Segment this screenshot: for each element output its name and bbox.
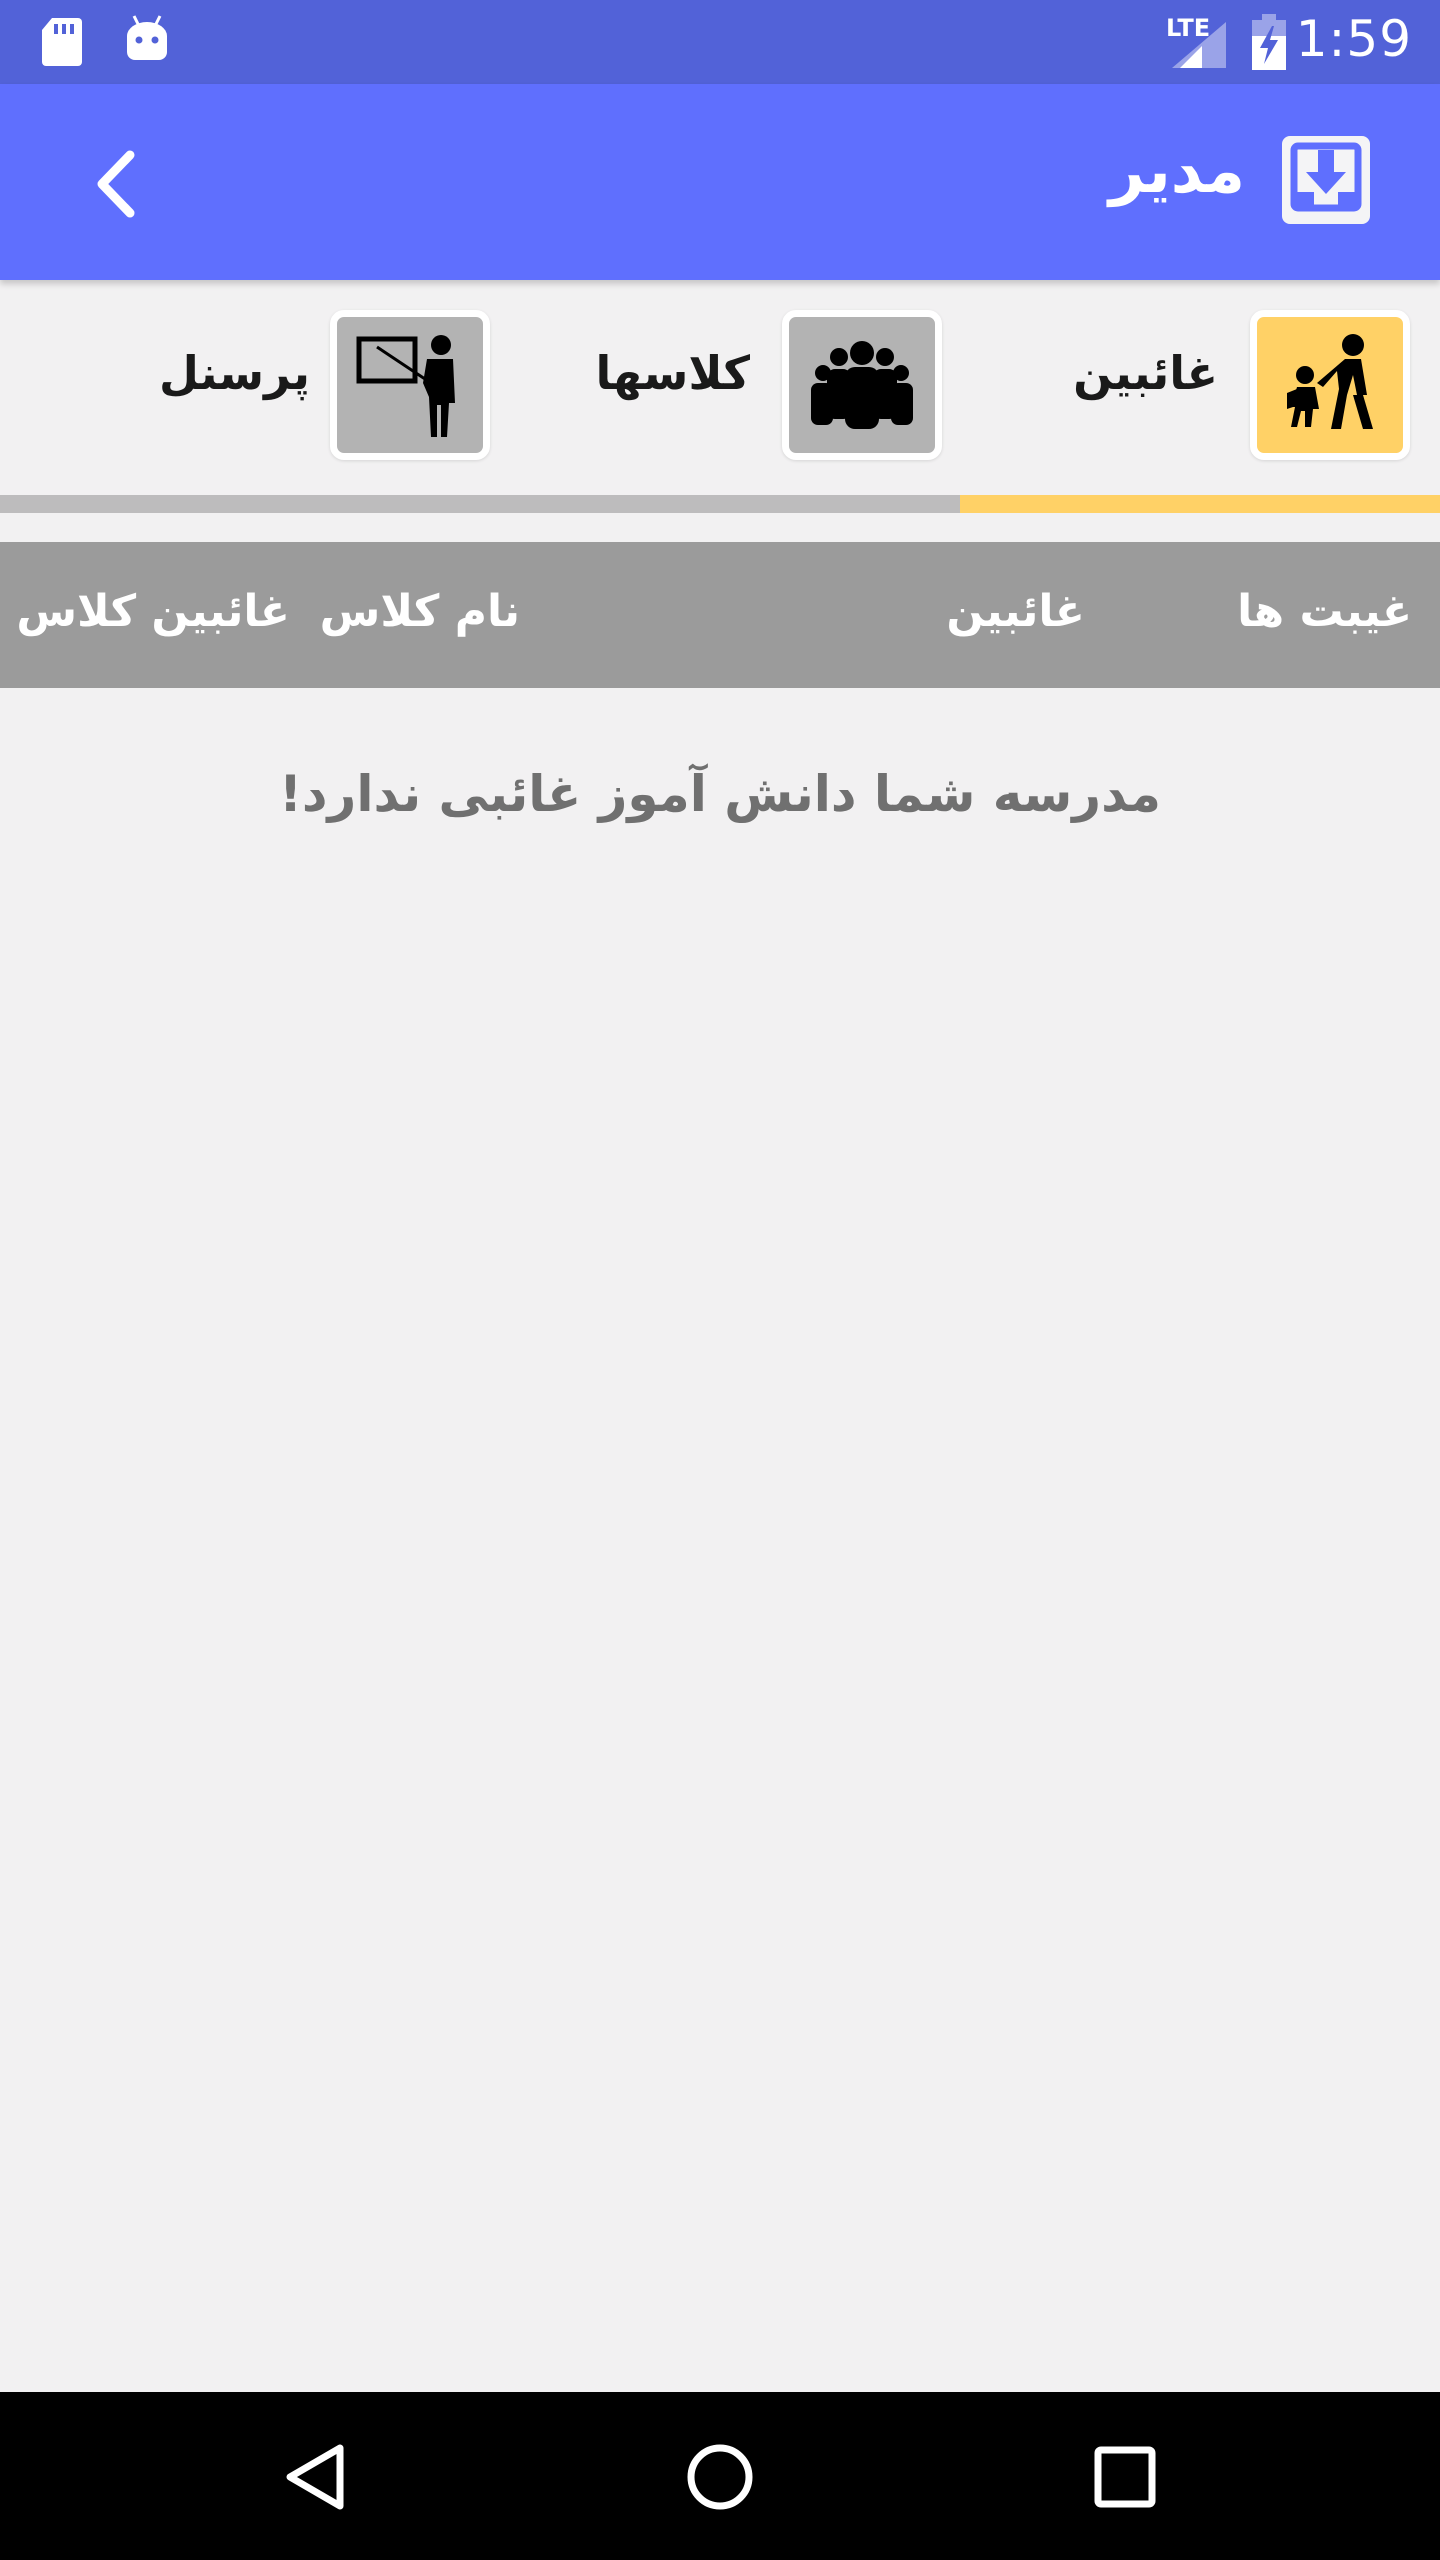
tab-classes[interactable]: کلاسها [595, 310, 950, 470]
column-header-class-absentees: غائبین کلاس [16, 586, 290, 637]
tab-absentees-label: غائبین [1073, 346, 1218, 400]
tab-indicator-active [960, 495, 1440, 513]
battery-charging-icon [1252, 14, 1286, 70]
sd-card-icon [42, 18, 82, 66]
nav-back-icon[interactable] [270, 2432, 360, 2522]
column-header-absences: غیبت ها [1237, 586, 1412, 637]
empty-state-message: مدرسه شما دانش آموز غائبی ندارد! [279, 765, 1161, 823]
nav-recents-icon[interactable] [1080, 2432, 1170, 2522]
tab-classes-label: کلاسها [595, 346, 750, 400]
column-header-absentees: غائبین [946, 586, 1085, 637]
page-title: مدیر [1108, 134, 1245, 207]
tab-personnel[interactable]: پرسنل [150, 310, 490, 470]
chevron-left-icon[interactable] [70, 139, 160, 229]
teacher-board-icon [330, 310, 490, 460]
clock: 1:59 [1295, 10, 1412, 68]
navigation-bar [0, 2392, 1440, 2560]
download-box-icon [1282, 136, 1370, 224]
group-people-icon [782, 310, 942, 460]
table-header: غیبت ها غائبین نام کلاس غائبین کلاس [0, 542, 1440, 688]
app-bar: مدیر [0, 84, 1440, 280]
status-bar: LTE 1:59 [0, 0, 1440, 84]
column-header-class-name: نام کلاس [319, 586, 520, 637]
walking-children-icon [1250, 310, 1410, 460]
tab-absentees[interactable]: غائبین [1073, 310, 1418, 470]
lte-signal-icon [1172, 22, 1226, 68]
tab-personnel-label: پرسنل [159, 346, 310, 400]
nav-home-icon[interactable] [675, 2432, 765, 2522]
android-icon [127, 15, 167, 60]
tab-bar: غائبین کلاسها پرسنل [0, 280, 1440, 515]
